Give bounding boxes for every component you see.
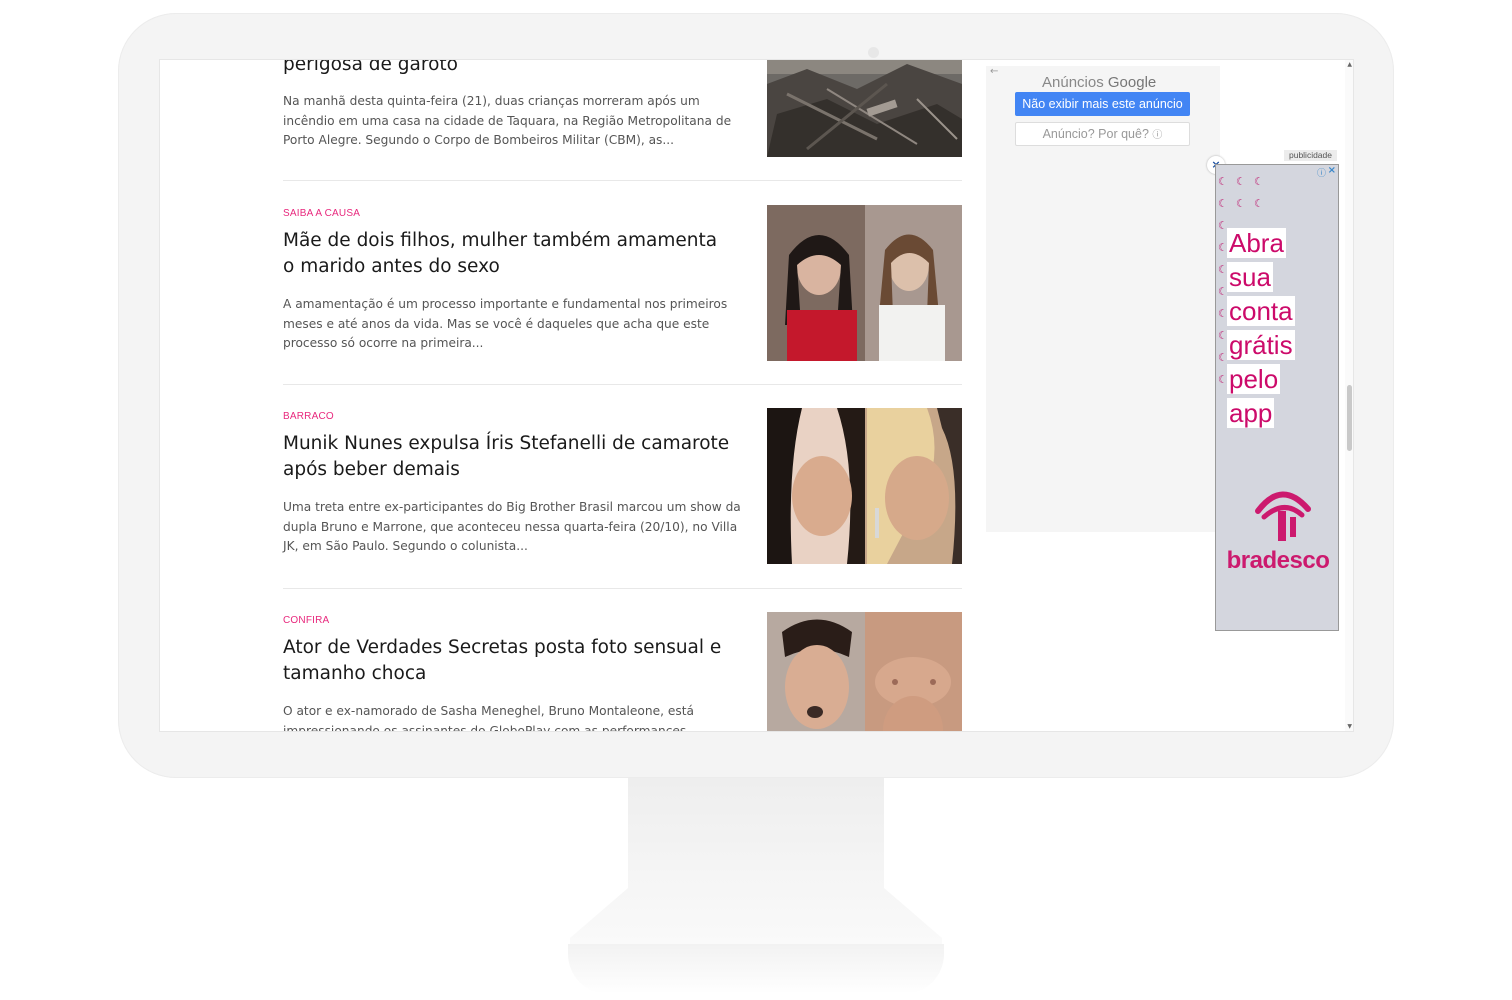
article-headline[interactable]: Mãe de dois filhos, mulher também amamen… [283, 228, 733, 280]
browser-screen: perigosa de garoto Na manhã desta quinta… [160, 60, 1353, 731]
bradesco-logo-icon [1255, 491, 1311, 541]
ads-label-prefix: Anúncios [1042, 74, 1104, 91]
article-kicker[interactable]: CONFIRA [283, 615, 329, 626]
bradesco-banner-ad[interactable]: ⓘ × ☾ ☾ ☾ ☾ ☾ ☾ ☾ ☾ ☾ ☾ ☾ ☾ ☾ ☾ Abra sua con… [1215, 164, 1339, 631]
ad-headline-word: Abra [1227, 228, 1286, 258]
ad-headline-word: grátis [1227, 330, 1295, 360]
article-card[interactable]: CONFIRA Ator de Verdades Secretas posta … [283, 612, 962, 731]
why-this-ad-label: Anúncio? Por quê? [1042, 127, 1149, 141]
publicidade-label: publicidade [1284, 150, 1337, 161]
monitor-stand [570, 778, 942, 946]
article-excerpt: Uma treta entre ex-participantes do Big … [283, 500, 741, 553]
article-divider [283, 588, 962, 589]
info-icon: ⓘ [1152, 130, 1163, 141]
scroll-up-icon[interactable]: ▲ [1347, 61, 1352, 68]
ad-headline-word: conta [1227, 296, 1295, 326]
article-thumbnail[interactable] [767, 612, 962, 731]
ad-feedback-panel: ← Anúncios Google Não exibir mais este a… [986, 66, 1220, 532]
ad-headline-word: pelo [1227, 364, 1281, 394]
scroll-down-icon[interactable]: ▼ [1347, 723, 1352, 730]
article-card[interactable]: BARRACO Munik Nunes expulsa Íris Stefane… [283, 408, 962, 568]
google-wordmark: Google [1107, 74, 1157, 91]
page-scrollbar[interactable]: ▲ ▼ [1345, 60, 1353, 731]
article-headline[interactable]: perigosa de garoto [283, 60, 733, 78]
stop-seeing-ad-button[interactable]: Não exibir mais este anúncio [1015, 92, 1190, 116]
article-headline[interactable]: Ator de Verdades Secretas posta foto sen… [283, 635, 733, 687]
bradesco-wordmark: bradesco [1226, 547, 1330, 574]
article-thumbnail[interactable] [767, 205, 962, 361]
ads-by-google-label: Anúncios Google [1042, 74, 1156, 91]
ad-headline-word: app [1227, 398, 1275, 428]
article-excerpt: Na manhã desta quinta-feira (21), duas c… [283, 94, 732, 147]
article-excerpt: A amamentação é um processo importante e… [283, 297, 728, 350]
article-card[interactable]: perigosa de garoto Na manhã desta quinta… [283, 60, 962, 157]
article-divider [283, 180, 962, 181]
ad-close-icon[interactable]: × [1328, 165, 1336, 176]
article-kicker[interactable]: BARRACO [283, 411, 334, 422]
monitor-stand-base [568, 944, 944, 994]
article-thumbnail[interactable] [767, 408, 962, 564]
article-kicker[interactable]: SAIBA A CAUSA [283, 208, 360, 219]
back-arrow-icon[interactable]: ← [990, 66, 998, 77]
camera-dot [868, 47, 879, 58]
ad-headline-word: sua [1227, 262, 1273, 292]
adchoices-icon[interactable]: ⓘ [1317, 166, 1326, 179]
article-divider [283, 384, 962, 385]
article-card[interactable]: SAIBA A CAUSA Mãe de dois filhos, mulher… [283, 205, 962, 365]
article-thumbnail[interactable] [767, 60, 962, 157]
article-headline[interactable]: Munik Nunes expulsa Íris Stefanelli de c… [283, 431, 733, 483]
article-excerpt: O ator e ex-namorado de Sasha Meneghel, … [283, 704, 694, 731]
scrollbar-thumb[interactable] [1347, 385, 1352, 451]
why-this-ad-button[interactable]: Anúncio? Por quê? ⓘ [1015, 122, 1190, 146]
